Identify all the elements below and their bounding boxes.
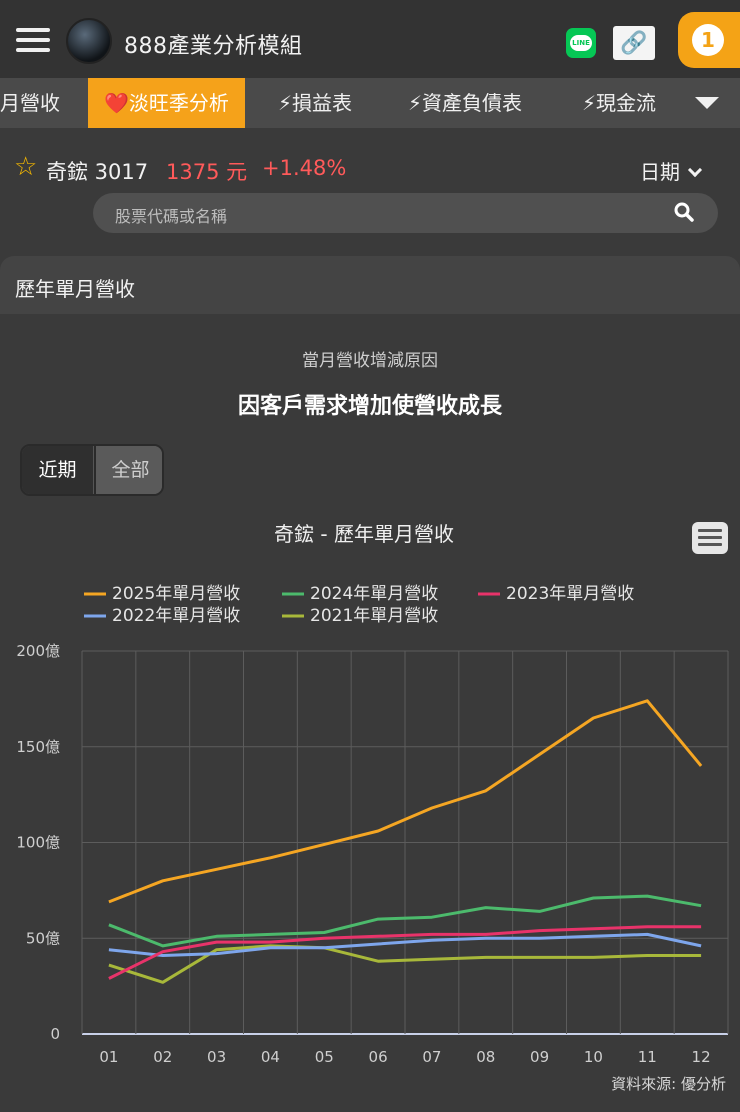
y-tick-label: 50億 (26, 929, 60, 947)
x-tick-label: 05 (315, 1048, 334, 1066)
chart-menu-icon[interactable] (692, 522, 728, 554)
tab-cash-flow[interactable]: ⚡現金流 (582, 78, 656, 128)
toggle-all[interactable]: 全部 (94, 446, 162, 494)
x-tick-label: 01 (99, 1048, 118, 1066)
toggle-recent[interactable]: 近期 (22, 446, 93, 494)
tab-more-dropdown-button[interactable] (674, 78, 740, 128)
x-tick-label: 04 (261, 1048, 280, 1066)
legend-item: 2023年單月營收 (506, 584, 634, 604)
legend-item: 2022年單月營收 (112, 606, 240, 626)
x-tick-label: 07 (422, 1048, 441, 1066)
stock-header: ☆ 奇鋐 3017 1375 元 +1.48% 日期 (0, 150, 740, 190)
chart-title: 奇鋐 - 歷年單月營收 (274, 522, 454, 546)
section-header: 歷年單月營收 (0, 256, 740, 314)
tab-monthly-revenue[interactable]: 月營收 (0, 78, 60, 128)
revenue-line-chart: 0 50億 100億 150億 200億 01 02 03 04 05 06 07 08 09 10 11 12… (16, 584, 729, 1066)
legend-item: 2025年單月營收 (112, 584, 240, 604)
x-tick-label: 11 (638, 1048, 657, 1066)
stock-name: 奇鋐 3017 (46, 160, 149, 184)
line-label: LINE (570, 35, 592, 51)
y-tick-label: 100億 (16, 834, 60, 852)
notification-button[interactable]: 1 (678, 12, 740, 68)
stock-search-bar[interactable]: 股票代碼或名稱 (93, 193, 718, 233)
y-tick-label: 150億 (16, 738, 60, 756)
x-tick-label: 08 (476, 1048, 495, 1066)
revenue-reason-label: 當月營收增減原因 (302, 351, 438, 371)
y-tick-label: 0 (50, 1025, 60, 1043)
app-bar: 888產業分析模組 LINE 🔗 1 (0, 0, 740, 78)
search-placeholder[interactable]: 股票代碼或名稱 (115, 203, 227, 227)
date-selector-label: 日期 (640, 160, 680, 184)
x-tick-label: 03 (207, 1048, 226, 1066)
tab-income-statement[interactable]: ⚡損益表 (278, 78, 352, 128)
period-toggle: 近期 全部 (20, 444, 164, 496)
tab-balance-sheet[interactable]: ⚡資產負債表 (408, 78, 522, 128)
stock-change: +1.48% (262, 156, 347, 180)
x-tick-label: 06 (369, 1048, 388, 1066)
app-logo-avatar[interactable] (66, 18, 112, 64)
y-tick-label: 200億 (16, 642, 60, 660)
line-share-icon[interactable]: LINE (566, 28, 596, 58)
data-source-label: 資料來源: 優分析 (611, 1075, 726, 1093)
x-tick-label: 09 (530, 1048, 549, 1066)
notification-count-badge: 1 (692, 24, 724, 56)
triangle-down-icon (695, 97, 719, 109)
revenue-reason-text: 因客戶需求增加使營收成長 (237, 394, 502, 419)
hamburger-menu-icon[interactable] (16, 28, 50, 54)
x-tick-label: 02 (153, 1048, 172, 1066)
chevron-down-icon (687, 162, 703, 178)
copy-link-icon[interactable]: 🔗 (613, 26, 655, 60)
date-selector[interactable]: 日期 (640, 156, 703, 185)
app-title: 888產業分析模組 (124, 34, 303, 59)
stock-price: 1375 元 (166, 160, 248, 184)
x-tick-label: 10 (584, 1048, 603, 1066)
legend-item: 2024年單月營收 (310, 584, 438, 604)
legend-item: 2021年單月營收 (310, 606, 438, 626)
tab-seasonality[interactable]: ❤️淡旺季分析 (88, 78, 245, 128)
search-icon[interactable] (674, 202, 694, 222)
favorite-star-icon[interactable]: ☆ (14, 152, 37, 182)
section-title: 歷年單月營收 (15, 277, 135, 301)
feature-tab-strip: 月營收 ❤️淡旺季分析 ⚡損益表 ⚡資產負債表 ⚡現金流 (0, 78, 740, 128)
x-tick-label: 12 (692, 1048, 711, 1066)
